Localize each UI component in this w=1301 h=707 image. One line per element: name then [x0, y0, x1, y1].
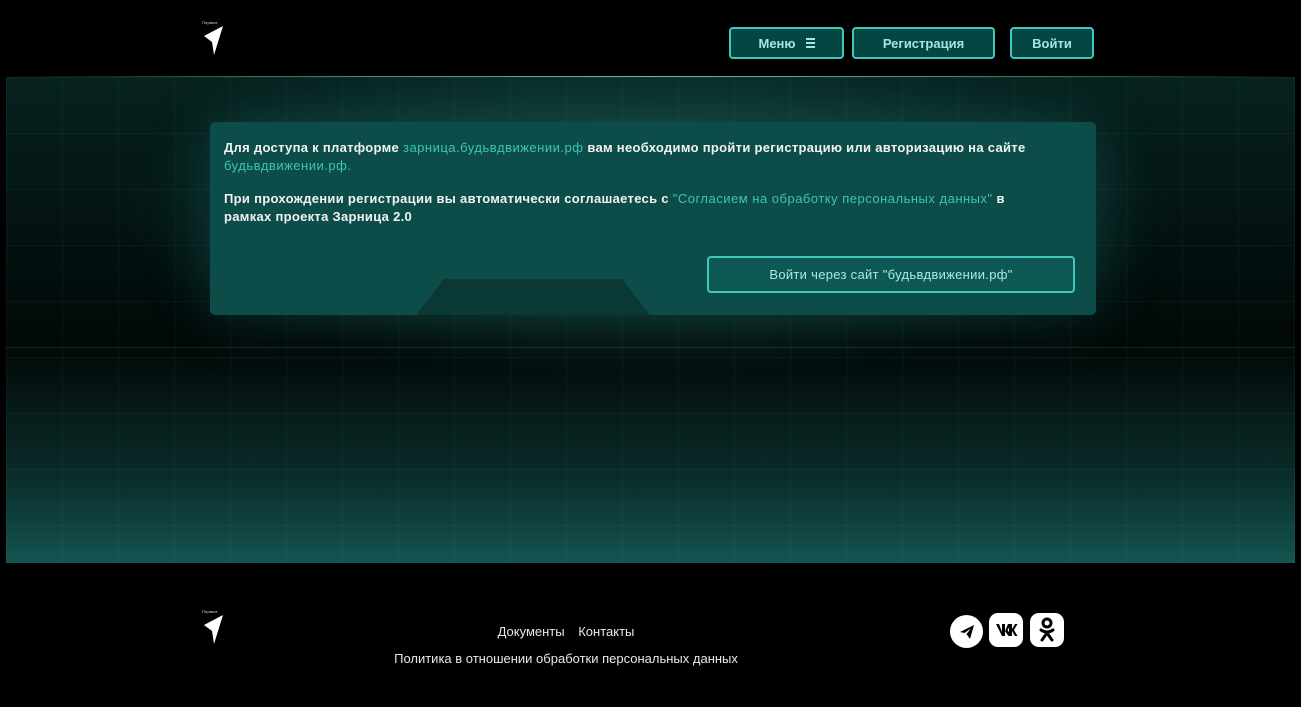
card-notch	[416, 279, 650, 315]
menu-icon	[805, 36, 815, 50]
telegram-icon[interactable]	[950, 615, 983, 648]
documents-link[interactable]: Документы	[498, 624, 565, 639]
vk-icon[interactable]	[989, 613, 1023, 647]
login-via-site-button[interactable]: Войти через сайт "будьвдвижении.рф"	[707, 256, 1075, 293]
menu-button[interactable]: Меню	[729, 27, 844, 59]
auth-notice-card: Для доступа к платформе зарница.будьвдви…	[210, 122, 1096, 315]
footer-logo-arrow-icon	[204, 615, 223, 644]
notice-text: Для доступа к платформе зарница.будьвдви…	[224, 139, 1044, 226]
privacy-policy-link[interactable]: Политика в отношении обработки персональ…	[394, 651, 738, 666]
footer-privacy-row: Политика в отношении обработки персональ…	[306, 645, 826, 672]
login-button-label: Войти	[1032, 35, 1072, 51]
footer-logo[interactable]: Первые	[202, 609, 224, 645]
contacts-link[interactable]: Контакты	[578, 624, 634, 639]
register-button[interactable]: Регистрация	[852, 27, 995, 59]
footer: Первые Документы Контакты Политика в отн…	[6, 563, 1295, 707]
logo-arrow-icon	[204, 26, 223, 55]
register-button-label: Регистрация	[882, 35, 965, 51]
header-logo[interactable]: Первые	[202, 20, 224, 56]
notice-paragraph-consent: При прохождении регистрации вы автоматич…	[224, 190, 1044, 226]
odnoklassniki-icon[interactable]	[1030, 613, 1064, 647]
footer-links-row: Документы Контакты	[306, 618, 826, 645]
page: Первые Меню Регистрация Войти Для доступ…	[6, 10, 1295, 707]
menu-button-label: Меню	[758, 35, 796, 51]
notice-text-1: Для доступа к платформе	[224, 140, 403, 155]
horizon-line	[6, 347, 1295, 348]
budvdvizhenii-site-link[interactable]: будьвдвижении.рф.	[224, 158, 351, 173]
footer-links: Документы Контакты Политика в отношении …	[306, 618, 826, 672]
consent-link[interactable]: "Согласием на обработку персональных дан…	[673, 191, 993, 206]
main-area: Для доступа к платформе зарница.будьвдви…	[6, 77, 1295, 563]
zarnitsa-site-link[interactable]: зарница.будьвдвижении.рф	[403, 140, 583, 155]
footer-logo-caption: Первые	[202, 609, 218, 614]
notice-text-3: При прохождении регистрации вы автоматич…	[224, 191, 673, 206]
login-button[interactable]: Войти	[1010, 27, 1094, 59]
notice-paragraph-access: Для доступа к платформе зарница.будьвдви…	[224, 139, 1044, 175]
notice-text-2: вам необходимо пройти регистрацию или ав…	[583, 140, 1026, 155]
header: Первые Меню Регистрация Войти	[6, 10, 1295, 76]
logo-caption: Первые	[202, 20, 218, 25]
